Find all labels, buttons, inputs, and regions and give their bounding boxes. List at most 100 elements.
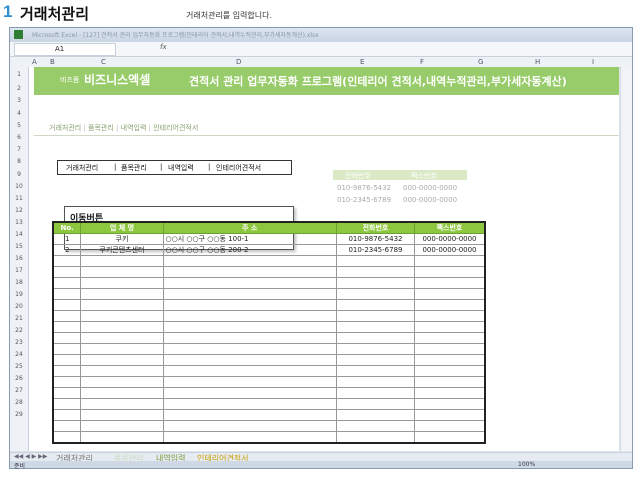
subnav-item-clients[interactable]: 거래처관리 xyxy=(49,124,81,132)
table-row[interactable] xyxy=(52,431,486,444)
row-header[interactable]: 9 xyxy=(10,171,28,178)
empty-cell[interactable] xyxy=(162,299,337,311)
empty-cell[interactable] xyxy=(162,332,337,344)
name-box[interactable]: A1 xyxy=(14,43,116,56)
empty-cell[interactable] xyxy=(414,354,486,366)
empty-cell[interactable] xyxy=(162,288,337,300)
row-header[interactable]: 27 xyxy=(10,387,28,394)
empty-cell[interactable] xyxy=(335,332,416,344)
empty-cell[interactable] xyxy=(52,277,82,289)
empty-cell[interactable] xyxy=(335,431,416,444)
empty-cell[interactable] xyxy=(80,420,164,432)
table-row[interactable] xyxy=(52,354,486,366)
empty-cell[interactable] xyxy=(80,376,164,388)
empty-cell[interactable] xyxy=(335,365,416,377)
empty-cell[interactable] xyxy=(335,299,416,311)
subnav-item-estimate[interactable]: 인테리어견적서 xyxy=(153,124,198,132)
row-header[interactable]: 8 xyxy=(10,158,28,165)
empty-cell[interactable] xyxy=(162,387,337,399)
table-row[interactable] xyxy=(52,332,486,344)
empty-cell[interactable] xyxy=(80,310,164,322)
table-row[interactable] xyxy=(52,321,486,333)
row-header[interactable]: 14 xyxy=(10,231,28,238)
table-row[interactable]: 1 쿠키 ○○시 ○○구 ○○동 100-1 010-9876-5432 000… xyxy=(52,233,486,245)
empty-cell[interactable] xyxy=(80,255,164,267)
empty-cell[interactable] xyxy=(162,255,337,267)
column-header[interactable]: H xyxy=(535,58,540,66)
table-row[interactable] xyxy=(52,310,486,322)
row-header[interactable]: 1 xyxy=(10,71,28,78)
empty-cell[interactable] xyxy=(52,365,82,377)
empty-cell[interactable] xyxy=(414,398,486,410)
empty-cell[interactable] xyxy=(162,431,337,444)
subnav-item-entries[interactable]: 내역입력 xyxy=(121,124,147,132)
empty-cell[interactable] xyxy=(414,420,486,432)
empty-cell[interactable] xyxy=(414,387,486,399)
empty-cell[interactable] xyxy=(162,365,337,377)
row-header[interactable]: 29 xyxy=(10,411,28,418)
worksheet[interactable]: 비즈폼 비즈니스엑셀 견적서 관리 업무자동화 프로그램(인테리어 견적서,내역… xyxy=(29,67,619,451)
column-header[interactable]: G xyxy=(478,58,483,66)
fx-icon[interactable]: fx xyxy=(160,43,167,51)
empty-cell[interactable] xyxy=(80,299,164,311)
empty-cell[interactable] xyxy=(80,321,164,333)
cell-address[interactable]: ○○시 ○○구 ○○동 100-1 xyxy=(162,233,337,245)
table-row[interactable] xyxy=(52,420,486,432)
nav-button-estimate[interactable]: 인테리어견적서 xyxy=(216,163,261,173)
empty-cell[interactable] xyxy=(414,277,486,289)
cell-fax[interactable]: 000-0000-0000 xyxy=(414,233,486,245)
zoom-level[interactable]: 100% xyxy=(518,461,535,468)
row-header[interactable]: 6 xyxy=(10,134,28,141)
empty-cell[interactable] xyxy=(80,277,164,289)
empty-cell[interactable] xyxy=(162,354,337,366)
empty-cell[interactable] xyxy=(414,288,486,300)
column-header[interactable]: F xyxy=(420,58,424,66)
row-header[interactable]: 5 xyxy=(10,122,28,129)
row-header[interactable]: 24 xyxy=(10,351,28,358)
column-header[interactable]: C xyxy=(101,58,106,66)
empty-cell[interactable] xyxy=(80,332,164,344)
row-header[interactable]: 15 xyxy=(10,243,28,250)
row-header[interactable]: 17 xyxy=(10,267,28,274)
empty-cell[interactable] xyxy=(414,266,486,278)
cell-address[interactable]: ○○시 ○○구 ○○동 200-2 xyxy=(162,244,337,256)
row-header[interactable]: 3 xyxy=(10,97,28,104)
cell-company[interactable]: 쿠키콘텐츠센터 xyxy=(80,244,164,256)
empty-cell[interactable] xyxy=(52,398,82,410)
empty-cell[interactable] xyxy=(414,376,486,388)
row-header[interactable]: 25 xyxy=(10,363,28,370)
table-row[interactable] xyxy=(52,299,486,311)
row-header[interactable]: 16 xyxy=(10,255,28,262)
row-header[interactable]: 18 xyxy=(10,279,28,286)
empty-cell[interactable] xyxy=(414,431,486,444)
empty-cell[interactable] xyxy=(52,387,82,399)
empty-cell[interactable] xyxy=(162,277,337,289)
empty-cell[interactable] xyxy=(52,288,82,300)
empty-cell[interactable] xyxy=(335,398,416,410)
table-row[interactable] xyxy=(52,365,486,377)
row-header[interactable]: 10 xyxy=(10,183,28,190)
empty-cell[interactable] xyxy=(414,255,486,267)
table-row[interactable] xyxy=(52,288,486,300)
cell-no[interactable]: 2 xyxy=(52,244,82,256)
empty-cell[interactable] xyxy=(335,376,416,388)
row-header[interactable]: 4 xyxy=(10,110,28,117)
row-header[interactable]: 19 xyxy=(10,291,28,298)
cell-company[interactable]: 쿠키 xyxy=(80,233,164,245)
row-header[interactable]: 26 xyxy=(10,375,28,382)
nav-button-items[interactable]: 품목관리 xyxy=(121,163,147,173)
nav-button-entries[interactable]: 내역입력 xyxy=(168,163,194,173)
empty-cell[interactable] xyxy=(52,420,82,432)
table-row[interactable] xyxy=(52,387,486,399)
empty-cell[interactable] xyxy=(335,310,416,322)
empty-cell[interactable] xyxy=(80,343,164,355)
empty-cell[interactable] xyxy=(80,387,164,399)
empty-cell[interactable] xyxy=(52,354,82,366)
row-header[interactable]: 11 xyxy=(10,195,28,202)
empty-cell[interactable] xyxy=(52,310,82,322)
cell-fax[interactable]: 000-0000-0000 xyxy=(414,244,486,256)
empty-cell[interactable] xyxy=(162,321,337,333)
empty-cell[interactable] xyxy=(335,277,416,289)
table-row[interactable] xyxy=(52,266,486,278)
row-header[interactable]: 7 xyxy=(10,146,28,153)
